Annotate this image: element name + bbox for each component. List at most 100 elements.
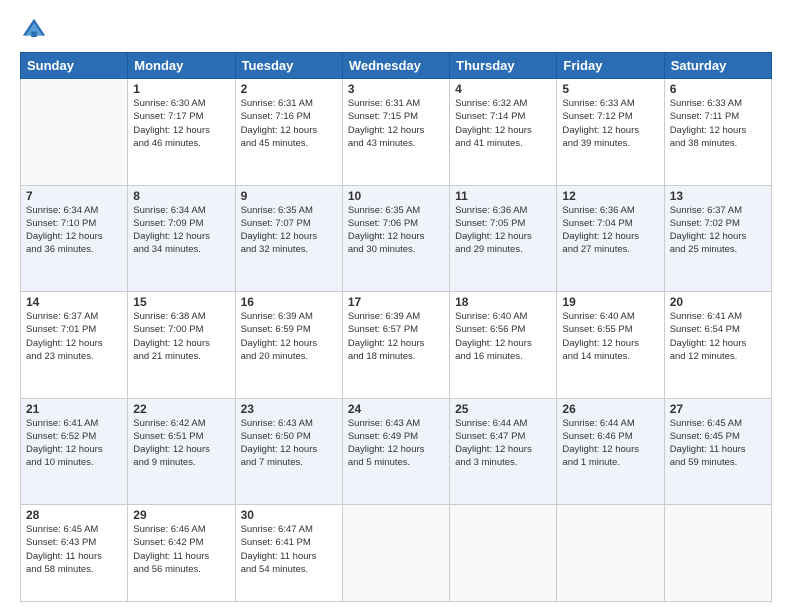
day-info: Sunrise: 6:30 AM Sunset: 7:17 PM Dayligh… <box>133 97 229 150</box>
day-number: 28 <box>26 508 122 522</box>
calendar-weekday-monday: Monday <box>128 53 235 79</box>
logo-icon <box>20 16 48 44</box>
day-number: 6 <box>670 82 766 96</box>
calendar-cell: 24Sunrise: 6:43 AM Sunset: 6:49 PM Dayli… <box>342 398 449 505</box>
day-info: Sunrise: 6:45 AM Sunset: 6:45 PM Dayligh… <box>670 417 766 470</box>
day-info: Sunrise: 6:46 AM Sunset: 6:42 PM Dayligh… <box>133 523 229 576</box>
calendar-cell: 12Sunrise: 6:36 AM Sunset: 7:04 PM Dayli… <box>557 185 664 292</box>
calendar-cell: 4Sunrise: 6:32 AM Sunset: 7:14 PM Daylig… <box>450 79 557 186</box>
calendar-weekday-tuesday: Tuesday <box>235 53 342 79</box>
day-number: 4 <box>455 82 551 96</box>
day-info: Sunrise: 6:42 AM Sunset: 6:51 PM Dayligh… <box>133 417 229 470</box>
day-info: Sunrise: 6:41 AM Sunset: 6:54 PM Dayligh… <box>670 310 766 363</box>
calendar-week-4: 21Sunrise: 6:41 AM Sunset: 6:52 PM Dayli… <box>21 398 772 505</box>
calendar-cell: 11Sunrise: 6:36 AM Sunset: 7:05 PM Dayli… <box>450 185 557 292</box>
calendar-cell: 18Sunrise: 6:40 AM Sunset: 6:56 PM Dayli… <box>450 292 557 399</box>
calendar-cell: 16Sunrise: 6:39 AM Sunset: 6:59 PM Dayli… <box>235 292 342 399</box>
day-number: 8 <box>133 189 229 203</box>
day-info: Sunrise: 6:34 AM Sunset: 7:10 PM Dayligh… <box>26 204 122 257</box>
day-info: Sunrise: 6:37 AM Sunset: 7:02 PM Dayligh… <box>670 204 766 257</box>
calendar-cell: 13Sunrise: 6:37 AM Sunset: 7:02 PM Dayli… <box>664 185 771 292</box>
calendar-cell <box>450 505 557 602</box>
day-info: Sunrise: 6:45 AM Sunset: 6:43 PM Dayligh… <box>26 523 122 576</box>
day-number: 27 <box>670 402 766 416</box>
calendar-cell: 25Sunrise: 6:44 AM Sunset: 6:47 PM Dayli… <box>450 398 557 505</box>
day-number: 1 <box>133 82 229 96</box>
calendar-cell <box>21 79 128 186</box>
calendar-week-5: 28Sunrise: 6:45 AM Sunset: 6:43 PM Dayli… <box>21 505 772 602</box>
day-info: Sunrise: 6:38 AM Sunset: 7:00 PM Dayligh… <box>133 310 229 363</box>
day-number: 18 <box>455 295 551 309</box>
calendar-cell: 29Sunrise: 6:46 AM Sunset: 6:42 PM Dayli… <box>128 505 235 602</box>
day-number: 16 <box>241 295 337 309</box>
day-number: 9 <box>241 189 337 203</box>
calendar-cell: 19Sunrise: 6:40 AM Sunset: 6:55 PM Dayli… <box>557 292 664 399</box>
day-info: Sunrise: 6:43 AM Sunset: 6:49 PM Dayligh… <box>348 417 444 470</box>
calendar-cell: 22Sunrise: 6:42 AM Sunset: 6:51 PM Dayli… <box>128 398 235 505</box>
day-info: Sunrise: 6:47 AM Sunset: 6:41 PM Dayligh… <box>241 523 337 576</box>
logo <box>20 16 52 44</box>
calendar-cell: 15Sunrise: 6:38 AM Sunset: 7:00 PM Dayli… <box>128 292 235 399</box>
day-info: Sunrise: 6:41 AM Sunset: 6:52 PM Dayligh… <box>26 417 122 470</box>
day-number: 17 <box>348 295 444 309</box>
day-info: Sunrise: 6:37 AM Sunset: 7:01 PM Dayligh… <box>26 310 122 363</box>
day-number: 26 <box>562 402 658 416</box>
calendar-cell: 21Sunrise: 6:41 AM Sunset: 6:52 PM Dayli… <box>21 398 128 505</box>
calendar-cell: 7Sunrise: 6:34 AM Sunset: 7:10 PM Daylig… <box>21 185 128 292</box>
calendar-cell: 27Sunrise: 6:45 AM Sunset: 6:45 PM Dayli… <box>664 398 771 505</box>
day-number: 5 <box>562 82 658 96</box>
day-number: 23 <box>241 402 337 416</box>
calendar-cell: 17Sunrise: 6:39 AM Sunset: 6:57 PM Dayli… <box>342 292 449 399</box>
day-number: 29 <box>133 508 229 522</box>
day-number: 10 <box>348 189 444 203</box>
calendar-weekday-friday: Friday <box>557 53 664 79</box>
calendar-cell: 20Sunrise: 6:41 AM Sunset: 6:54 PM Dayli… <box>664 292 771 399</box>
calendar-table: SundayMondayTuesdayWednesdayThursdayFrid… <box>20 52 772 602</box>
day-info: Sunrise: 6:32 AM Sunset: 7:14 PM Dayligh… <box>455 97 551 150</box>
calendar-cell: 28Sunrise: 6:45 AM Sunset: 6:43 PM Dayli… <box>21 505 128 602</box>
calendar-week-1: 1Sunrise: 6:30 AM Sunset: 7:17 PM Daylig… <box>21 79 772 186</box>
calendar-weekday-wednesday: Wednesday <box>342 53 449 79</box>
day-number: 25 <box>455 402 551 416</box>
day-info: Sunrise: 6:39 AM Sunset: 6:57 PM Dayligh… <box>348 310 444 363</box>
calendar-week-2: 7Sunrise: 6:34 AM Sunset: 7:10 PM Daylig… <box>21 185 772 292</box>
day-number: 21 <box>26 402 122 416</box>
day-number: 22 <box>133 402 229 416</box>
day-number: 30 <box>241 508 337 522</box>
calendar-cell: 3Sunrise: 6:31 AM Sunset: 7:15 PM Daylig… <box>342 79 449 186</box>
day-info: Sunrise: 6:44 AM Sunset: 6:46 PM Dayligh… <box>562 417 658 470</box>
day-number: 2 <box>241 82 337 96</box>
calendar-cell: 23Sunrise: 6:43 AM Sunset: 6:50 PM Dayli… <box>235 398 342 505</box>
day-number: 3 <box>348 82 444 96</box>
calendar-cell: 30Sunrise: 6:47 AM Sunset: 6:41 PM Dayli… <box>235 505 342 602</box>
calendar-cell <box>342 505 449 602</box>
calendar-cell <box>664 505 771 602</box>
day-info: Sunrise: 6:43 AM Sunset: 6:50 PM Dayligh… <box>241 417 337 470</box>
calendar-cell: 9Sunrise: 6:35 AM Sunset: 7:07 PM Daylig… <box>235 185 342 292</box>
day-number: 13 <box>670 189 766 203</box>
calendar-weekday-sunday: Sunday <box>21 53 128 79</box>
calendar-cell: 2Sunrise: 6:31 AM Sunset: 7:16 PM Daylig… <box>235 79 342 186</box>
day-info: Sunrise: 6:34 AM Sunset: 7:09 PM Dayligh… <box>133 204 229 257</box>
day-info: Sunrise: 6:36 AM Sunset: 7:04 PM Dayligh… <box>562 204 658 257</box>
calendar-weekday-thursday: Thursday <box>450 53 557 79</box>
day-info: Sunrise: 6:33 AM Sunset: 7:12 PM Dayligh… <box>562 97 658 150</box>
calendar-cell: 26Sunrise: 6:44 AM Sunset: 6:46 PM Dayli… <box>557 398 664 505</box>
day-number: 20 <box>670 295 766 309</box>
calendar-cell: 8Sunrise: 6:34 AM Sunset: 7:09 PM Daylig… <box>128 185 235 292</box>
calendar-cell: 6Sunrise: 6:33 AM Sunset: 7:11 PM Daylig… <box>664 79 771 186</box>
day-info: Sunrise: 6:40 AM Sunset: 6:55 PM Dayligh… <box>562 310 658 363</box>
calendar-cell <box>557 505 664 602</box>
day-info: Sunrise: 6:40 AM Sunset: 6:56 PM Dayligh… <box>455 310 551 363</box>
header <box>20 16 772 44</box>
day-info: Sunrise: 6:31 AM Sunset: 7:16 PM Dayligh… <box>241 97 337 150</box>
day-number: 14 <box>26 295 122 309</box>
day-number: 7 <box>26 189 122 203</box>
calendar-cell: 10Sunrise: 6:35 AM Sunset: 7:06 PM Dayli… <box>342 185 449 292</box>
day-info: Sunrise: 6:33 AM Sunset: 7:11 PM Dayligh… <box>670 97 766 150</box>
day-number: 19 <box>562 295 658 309</box>
day-info: Sunrise: 6:36 AM Sunset: 7:05 PM Dayligh… <box>455 204 551 257</box>
calendar-weekday-saturday: Saturday <box>664 53 771 79</box>
calendar-week-3: 14Sunrise: 6:37 AM Sunset: 7:01 PM Dayli… <box>21 292 772 399</box>
day-number: 15 <box>133 295 229 309</box>
